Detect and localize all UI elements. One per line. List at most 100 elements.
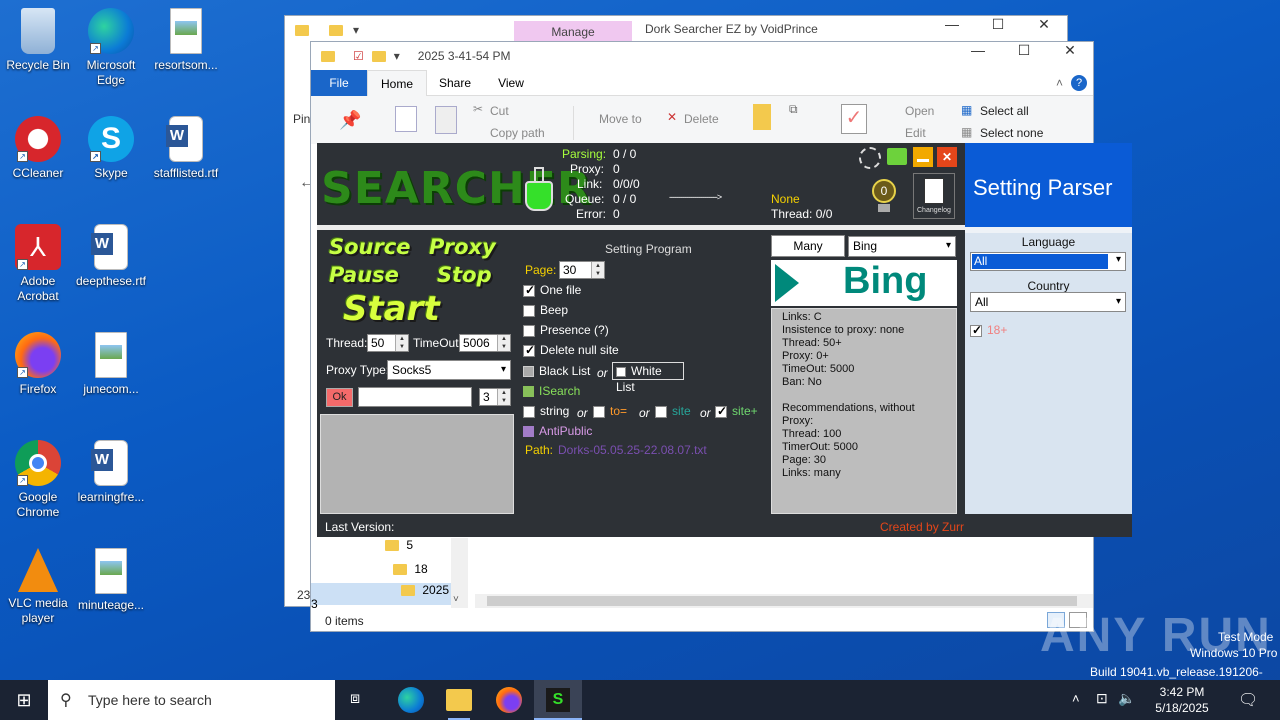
ok-button[interactable]: Ok — [326, 388, 353, 407]
desktop-icon-acrobat[interactable]: ⅄ ↗ Adobe Acrobat — [0, 224, 76, 304]
horizontal-scrollbar[interactable] — [475, 594, 1093, 608]
desktop-icon-learningfre[interactable]: W learningfre... — [73, 440, 149, 505]
notification-icon[interactable]: 🗨 — [1238, 690, 1258, 710]
open-button[interactable]: Open — [905, 104, 934, 118]
tab-home[interactable]: Home — [367, 69, 427, 96]
to-option[interactable]: to= — [593, 404, 627, 418]
edge-taskbar-icon[interactable] — [398, 687, 424, 713]
log-box[interactable] — [320, 414, 514, 514]
searcher-taskbar-icon[interactable]: S — [534, 680, 582, 720]
desktop-icon-resortsom[interactable]: resortsom... — [148, 8, 224, 73]
delete-null-checkbox[interactable] — [523, 343, 535, 357]
delete-button[interactable]: Delete — [684, 112, 719, 126]
beep-option[interactable]: Beep — [523, 303, 568, 317]
small-number-input[interactable]: 3 ▲ ▼ — [479, 388, 511, 406]
proxy-button[interactable]: Proxy — [429, 235, 496, 259]
tree-item-selected[interactable]: 2025 3 — [311, 583, 451, 611]
desktop-icon-ccleaner[interactable]: ↗ CCleaner — [0, 116, 76, 181]
presence-checkbox[interactable] — [523, 324, 535, 337]
delete-null-option[interactable]: Delete null site — [523, 343, 619, 357]
tray-chevron-icon[interactable]: ˄ — [1072, 691, 1080, 706]
ribbon-collapse-icon[interactable]: ˄ — [1056, 76, 1063, 90]
maximize-icon[interactable]: ☐ — [975, 16, 1021, 33]
engine-select[interactable]: Bing — [848, 236, 956, 257]
isearch-option[interactable]: ISearch — [523, 384, 580, 398]
help-icon[interactable]: ? — [1071, 74, 1087, 91]
many-button[interactable]: Many — [771, 235, 845, 257]
folder-open-icon[interactable] — [887, 148, 907, 165]
changelog-button[interactable]: Changelog — [913, 173, 955, 219]
minimize-icon[interactable]: — — [929, 16, 975, 33]
desktop-icon-stafflisted[interactable]: W stafflisted.rtf — [148, 116, 224, 181]
site-plus-option[interactable]: site+ — [715, 404, 758, 418]
beep-checkbox[interactable] — [523, 304, 535, 317]
site-option[interactable]: site — [655, 404, 691, 418]
one-file-checkbox[interactable] — [523, 283, 535, 297]
string-option[interactable]: string — [523, 404, 569, 418]
desktop-icon-minuteage[interactable]: minuteage... — [73, 548, 149, 613]
desktop-icon-chrome[interactable]: ↗ Google Chrome — [0, 440, 76, 520]
select-all-button[interactable]: Select all — [980, 104, 1029, 118]
tab-file[interactable]: File — [311, 69, 367, 96]
copy-path-button[interactable]: Copy path — [490, 126, 545, 140]
properties-icon[interactable]: ✓ — [841, 104, 867, 134]
tab-view[interactable]: View — [483, 76, 539, 90]
lightbulb-icon[interactable]: 0 — [863, 173, 905, 217]
taskbar-search[interactable]: ⚲ Type here to search — [48, 680, 335, 720]
desktop-icon-skype[interactable]: S ↗ Skype — [73, 116, 149, 181]
move-to-button[interactable]: Move to — [599, 112, 642, 126]
properties-icon[interactable]: ☑ — [353, 49, 364, 63]
close-icon[interactable]: ✕ — [1047, 42, 1093, 59]
pin-icon[interactable]: 📌 — [339, 110, 361, 131]
task-view-icon[interactable]: ⧈ — [350, 690, 360, 708]
close-icon[interactable]: ✕ — [1021, 16, 1067, 33]
desktop-icon-junecom[interactable]: junecom... — [73, 332, 149, 397]
desktop-icon-recycle-bin[interactable]: Recycle Bin — [0, 8, 76, 73]
one-file-option[interactable]: One file — [523, 283, 581, 297]
start-button[interactable]: Start — [343, 289, 440, 329]
new-item-icon[interactable]: ⧉ — [789, 102, 798, 117]
firefox-taskbar-icon[interactable] — [496, 687, 522, 713]
cut-button[interactable]: Cut — [490, 104, 509, 118]
proxy-text-input[interactable] — [358, 387, 472, 407]
country-select[interactable]: All — [970, 292, 1126, 312]
select-none-button[interactable]: Select none — [980, 126, 1043, 140]
close-app-icon[interactable]: ✕ — [937, 147, 957, 167]
desktop-icon-deepthese[interactable]: W deepthese.rtf — [73, 224, 149, 289]
minimize-app-icon[interactable] — [913, 147, 933, 167]
edit-button[interactable]: Edit — [905, 126, 926, 140]
paste-icon[interactable] — [435, 106, 457, 134]
tab-share[interactable]: Share — [427, 76, 483, 90]
path-value[interactable]: Dorks-05.05.25-22.08.07.txt — [558, 443, 707, 457]
page-input[interactable]: 30 ▲ ▼ — [559, 261, 605, 279]
scroll-down-icon[interactable]: ˅ — [453, 594, 459, 605]
tree-item[interactable]: 5 — [385, 538, 413, 552]
black-list-option[interactable]: Black List — [523, 364, 590, 378]
tree-item[interactable]: 18 — [393, 562, 428, 576]
antipublic-option[interactable]: AntiPublic — [523, 424, 592, 438]
maximize-icon[interactable]: ☐ — [1001, 42, 1047, 59]
manage-tab[interactable]: Manage — [514, 21, 632, 43]
volume-icon[interactable]: 🔈 — [1118, 690, 1135, 707]
clock[interactable]: 3:42 PM 5/18/2025 — [1142, 684, 1222, 716]
adult-option[interactable]: 18+ — [970, 323, 1007, 337]
presence-option[interactable]: Presence (?) — [523, 323, 609, 337]
white-list-option[interactable]: White List — [612, 362, 684, 394]
pause-button[interactable]: Pause — [329, 263, 399, 287]
minimize-icon[interactable]: — — [955, 42, 1001, 59]
start-windows-icon[interactable]: ⊞ — [0, 680, 48, 720]
explorer-taskbar-icon[interactable] — [446, 689, 472, 711]
desktop-icon-edge[interactable]: ↗ Microsoft Edge — [73, 8, 149, 88]
language-select[interactable]: All ▾ — [970, 252, 1126, 271]
new-folder-icon[interactable] — [753, 104, 771, 130]
chevron-down-icon[interactable]: ▾ — [394, 49, 400, 63]
proxy-type-select[interactable]: Socks5 — [387, 360, 511, 380]
source-button[interactable]: Source — [329, 235, 411, 259]
desktop-icon-vlc[interactable]: VLC media player — [0, 548, 76, 626]
thread-input[interactable]: 50 ▲ ▼ — [367, 334, 409, 352]
desktop-icon-firefox[interactable]: ↗ Firefox — [0, 332, 76, 397]
network-icon[interactable]: ⊡ — [1096, 690, 1108, 707]
copy-icon[interactable] — [395, 106, 417, 132]
chevron-down-icon[interactable]: ▾ — [353, 23, 359, 37]
timeout-input[interactable]: 5006 ▲ ▼ — [459, 334, 511, 352]
